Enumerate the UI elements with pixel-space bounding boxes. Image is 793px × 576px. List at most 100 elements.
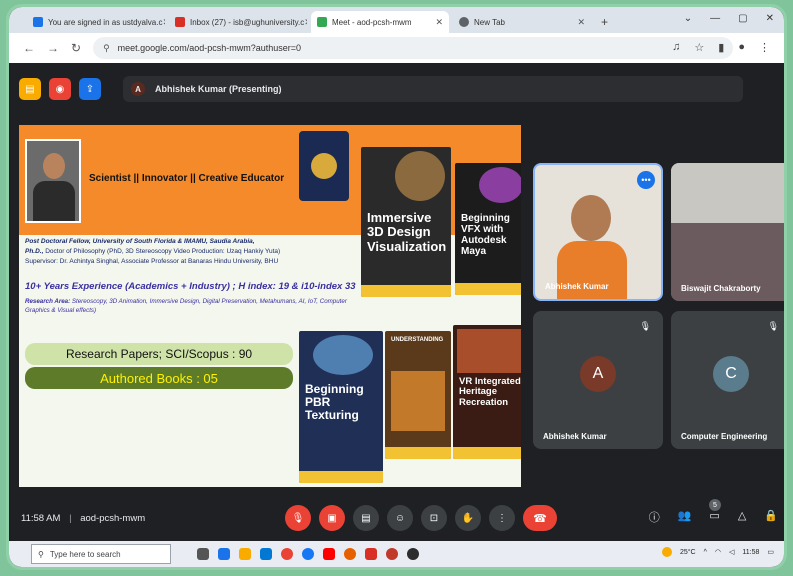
participant-tile[interactable]: 🎙 C Computer Engineering (671, 311, 784, 449)
research-area: Research Area: Stereoscopy, 3D Animation… (25, 298, 347, 315)
book-cover: Beginning PBR Texturing (299, 331, 383, 483)
book-cover: UNDERSTANDING (385, 331, 451, 459)
chat-icon[interactable]: ▭ (709, 509, 719, 525)
mic-off-icon: 🎙 (767, 321, 779, 331)
participant-tile-video[interactable]: ••• Abhishek Kumar (533, 163, 663, 301)
tab-favicon-icon (459, 17, 469, 27)
slide-bio: Post Doctoral Fellow, University of Sout… (25, 238, 281, 265)
tab-label: Meet - aod-pcsh-mwm (332, 17, 412, 27)
app-icon[interactable] (386, 548, 398, 560)
youtube-icon[interactable] (323, 548, 335, 560)
edge-icon[interactable] (218, 548, 230, 560)
meeting-code: aod-pcsh-mwm (80, 513, 146, 524)
store-icon[interactable] (260, 548, 272, 560)
notes-icon[interactable]: ▤ (19, 78, 41, 100)
wifi-icon[interactable]: ◠ (715, 548, 721, 556)
browser-tab-active[interactable]: Meet - aod-pcsh-mwm ✕ (311, 11, 449, 33)
os-taskbar: ⚲ Type here to search 25°C ^ ◠ ◁ 11:58 ▭ (9, 541, 784, 567)
screen-frame: You are signed in as ustdyalva.c ✕ Inbox… (6, 4, 787, 570)
book-cover: Beginning VFX with Autodesk Maya (455, 163, 521, 295)
browser-tab[interactable]: New Tab ✕ (453, 11, 591, 33)
minimize-icon[interactable]: — (710, 13, 720, 24)
meet-top-bar: ▤ ◉ ⇪ A Abhishek Kumar (Presenting) (9, 63, 784, 115)
url-field[interactable]: ⚲ meet.google.com/aod-pcsh-mwm?authuser=… (93, 37, 734, 59)
app-icon[interactable] (407, 548, 419, 560)
tab-close-icon[interactable]: ✕ (577, 17, 585, 28)
taskbar-search-field[interactable]: ⚲ Type here to search (31, 544, 171, 564)
maximize-icon[interactable]: ▢ (738, 13, 747, 24)
shared-presentation: Scientist || Innovator || Creative Educa… (19, 125, 521, 487)
tab-label: New Tab (474, 17, 505, 27)
more-options-button[interactable]: ⋮ (489, 505, 515, 531)
weather-icon[interactable] (661, 547, 672, 557)
chrome-icon[interactable] (281, 548, 293, 560)
url-text: meet.google.com/aod-pcsh-mwm?authuser=0 (117, 43, 302, 53)
authored-books-count: Authored Books : 05 (25, 367, 293, 389)
sidepanel-icon[interactable]: ▮ (718, 41, 724, 54)
reload-icon[interactable]: ↻ (71, 41, 81, 55)
book-cover: Immersive 3D Design Visualization (361, 147, 451, 297)
search-icon: ⚲ (38, 549, 44, 559)
chevron-down-icon[interactable]: ⌄ (684, 13, 692, 24)
new-tab-icon[interactable]: + (601, 15, 608, 29)
meeting-details: 11:58 AM | aod-pcsh-mwm (21, 513, 146, 524)
participant-tile[interactable]: 🎙 A Abhishek Kumar (533, 311, 663, 449)
mic-off-button[interactable]: 🎙 (285, 505, 311, 531)
system-tray: 25°C ^ ◠ ◁ 11:58 ▭ (661, 547, 774, 557)
host-controls-icon[interactable]: 🔒 (764, 509, 778, 525)
tab-label: Inbox (27) - isb@ughuniversity.c (190, 17, 305, 27)
present-screen-button[interactable]: ⊡ (421, 505, 447, 531)
task-view-icon[interactable] (197, 548, 209, 560)
slide-tagline: Scientist || Innovator || Creative Educa… (89, 173, 285, 184)
browser-tab[interactable]: Inbox (27) - isb@ughuniversity.c ✕ (169, 11, 307, 33)
notification-icon[interactable]: ▭ (767, 548, 774, 556)
microphone-icon[interactable]: ♫ (672, 41, 680, 54)
temperature: 25°C (679, 548, 696, 556)
people-icon[interactable]: 👥 (678, 509, 692, 525)
forward-arrow-icon[interactable]: → (47, 41, 59, 55)
volume-icon[interactable]: ◁ (729, 548, 734, 556)
bookmark-star-icon[interactable]: ☆ (694, 41, 704, 54)
app-icon[interactable] (365, 548, 377, 560)
file-explorer-icon[interactable] (239, 548, 251, 560)
close-window-icon[interactable]: ✕ (766, 13, 774, 24)
tab-label: You are signed in as ustdyalva.c (48, 17, 163, 27)
current-time: 11:58 AM (21, 513, 61, 524)
search-placeholder: Type here to search (49, 549, 121, 559)
participant-name: Biswajit Chakraborty (681, 284, 761, 293)
tab-close-icon[interactable]: ✕ (162, 17, 165, 28)
presenter-label: Abhishek Kumar (Presenting) (155, 84, 282, 94)
camera-off-button[interactable]: ▣ (319, 505, 345, 531)
back-arrow-icon[interactable]: ← (23, 41, 35, 55)
present-icon[interactable]: ⇪ (79, 78, 101, 100)
site-info-icon[interactable]: ⚲ (103, 43, 110, 54)
menu-dots-icon[interactable]: ⋮ (759, 41, 770, 54)
book-cover: VR Integrated Heritage Recreation (453, 325, 521, 459)
info-icon[interactable]: ⓘ (649, 509, 660, 525)
emoji-reaction-button[interactable]: ☺ (387, 505, 413, 531)
browser-tab[interactable]: You are signed in as ustdyalva.c ✕ (27, 11, 165, 33)
experience-line: 10+ Years Experience (Academics + Indust… (25, 281, 356, 292)
more-options-icon[interactable]: ••• (637, 171, 655, 189)
firefox-icon[interactable] (344, 548, 356, 560)
tray-chevron-icon[interactable]: ^ (704, 549, 707, 556)
captions-button[interactable]: ▤ (353, 505, 379, 531)
raise-hand-button[interactable]: ✋ (455, 505, 481, 531)
award-image (299, 131, 349, 201)
participant-tile-video[interactable]: Biswajit Chakraborty (671, 163, 784, 301)
tab-close-icon[interactable]: ✕ (435, 17, 443, 28)
presenting-banner: A Abhishek Kumar (Presenting) (123, 76, 743, 102)
call-controls: 🎙 ▣ ▤ ☺ ⊡ ✋ ⋮ ☎ (285, 505, 557, 531)
activities-icon[interactable]: △ (738, 509, 746, 525)
profile-icon[interactable]: ● (738, 41, 745, 54)
participant-name: Computer Engineering (681, 432, 768, 441)
address-bar-row: ← → ↻ ⚲ meet.google.com/aod-pcsh-mwm?aut… (9, 33, 784, 63)
tab-favicon-icon (175, 17, 185, 27)
window-controls: ⌄ — ▢ ✕ (684, 13, 774, 24)
leave-call-button[interactable]: ☎ (523, 505, 557, 531)
facebook-icon[interactable] (302, 548, 314, 560)
browser-tab-strip: You are signed in as ustdyalva.c ✕ Inbox… (9, 7, 784, 33)
tray-clock: 11:58 (742, 548, 760, 556)
record-icon[interactable]: ◉ (49, 78, 71, 100)
tab-close-icon[interactable]: ✕ (304, 17, 307, 28)
